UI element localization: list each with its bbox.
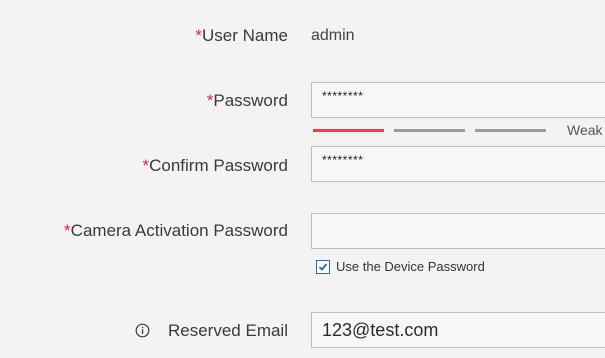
- username-value: admin: [311, 27, 355, 44]
- use-device-password-label: Use the Device Password: [336, 259, 485, 274]
- username-label: *User Name: [195, 26, 288, 45]
- checkmark-icon: [318, 263, 328, 271]
- camera-activation-password-field[interactable]: [311, 213, 605, 249]
- info-icon: [135, 323, 150, 338]
- reserved-email-label: Reserved Email: [168, 321, 288, 340]
- strength-bar-segment-2: [394, 129, 465, 132]
- password-strength-label: Weak: [567, 122, 603, 138]
- confirm-password-field[interactable]: [311, 146, 605, 182]
- password-label: *Password: [206, 91, 288, 110]
- required-mark: *: [64, 221, 71, 240]
- strength-bar-segment-1: [313, 129, 384, 132]
- confirm-password-label: *Confirm Password: [142, 156, 289, 175]
- camera-activation-password-label: *Camera Activation Password: [64, 221, 288, 240]
- use-device-password-checkbox[interactable]: [316, 260, 330, 274]
- reserved-email-field[interactable]: [311, 312, 605, 348]
- strength-bar-segment-3: [475, 129, 546, 132]
- password-field[interactable]: [311, 82, 605, 118]
